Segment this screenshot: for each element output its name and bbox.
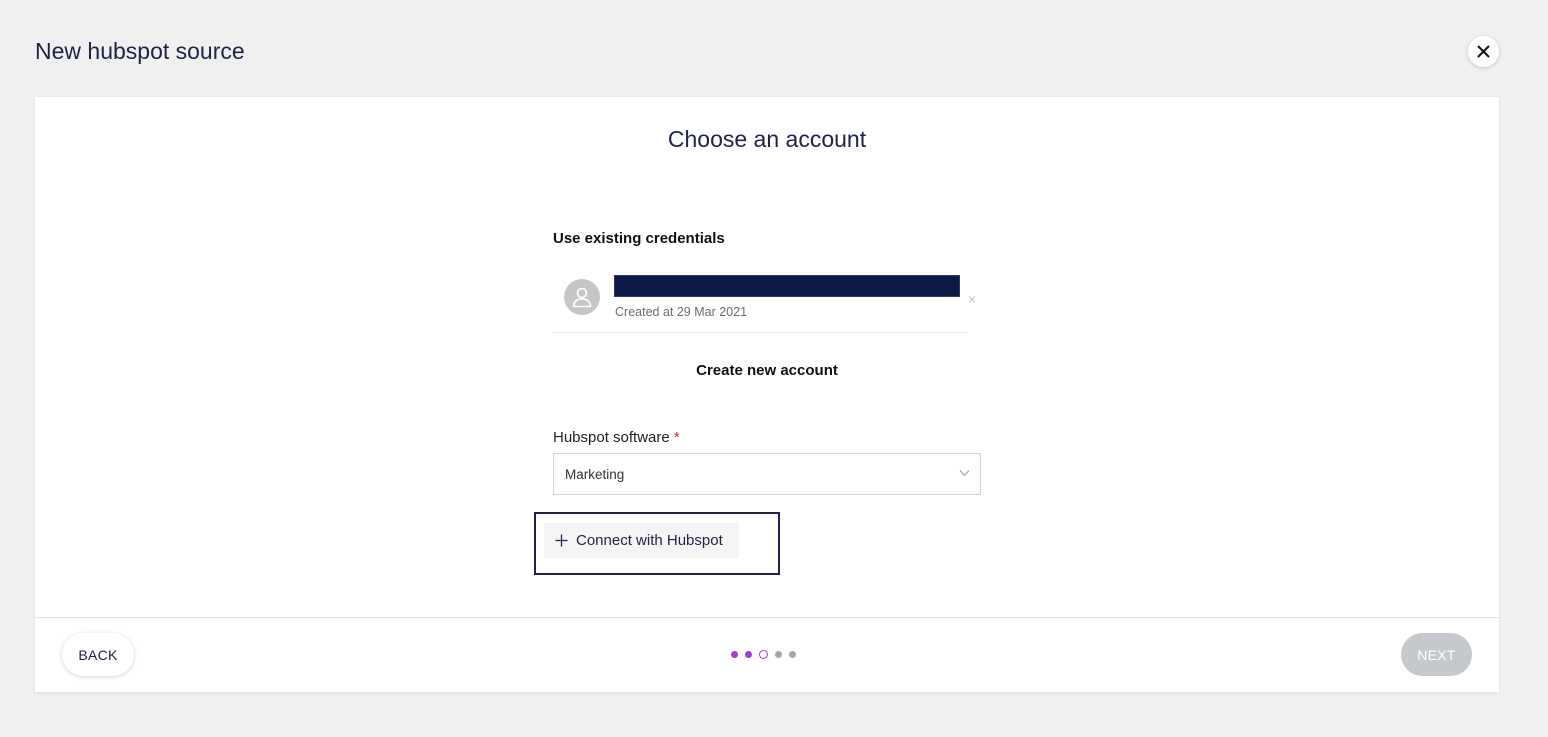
connect-hubspot-label: Connect with Hubspot [576, 532, 723, 549]
wizard-card: Choose an account Use existing credentia… [35, 97, 1499, 692]
step-title: Choose an account [667, 126, 867, 152]
step-indicator [731, 650, 796, 659]
close-icon [1477, 45, 1490, 58]
software-select-value: Marketing [565, 467, 625, 482]
credential-created-date: Created at 29 Mar 2021 [615, 305, 748, 319]
step-dot-2 [745, 651, 752, 658]
connect-hubspot-button[interactable]: Connect with Hubspot [544, 523, 739, 558]
create-account-label: Create new account [696, 362, 838, 379]
remove-credential-button[interactable]: × [968, 292, 976, 306]
next-button[interactable]: NEXT [1401, 633, 1472, 676]
chevron-down-icon [959, 470, 970, 477]
page-title: New hubspot source [35, 38, 245, 64]
software-select[interactable]: Marketing [553, 453, 981, 495]
existing-credentials-label: Use existing credentials [553, 230, 725, 247]
step-dot-4 [775, 651, 782, 658]
plus-icon [555, 534, 568, 547]
software-field-label: Hubspot software * [553, 429, 680, 446]
required-mark: * [673, 429, 680, 446]
credential-name-redacted [614, 275, 960, 297]
avatar [564, 279, 600, 315]
step-dot-3 [759, 650, 768, 659]
credential-item[interactable]: Created at 29 Mar 2021 × [553, 268, 976, 333]
step-dot-5 [789, 651, 796, 658]
software-field-label-text: Hubspot software [553, 429, 670, 446]
back-button[interactable]: BACK [62, 633, 134, 676]
wizard-footer: BACK NEXT [35, 617, 1499, 693]
user-icon [572, 287, 592, 308]
step-dot-1 [731, 651, 738, 658]
close-button[interactable] [1468, 36, 1499, 67]
